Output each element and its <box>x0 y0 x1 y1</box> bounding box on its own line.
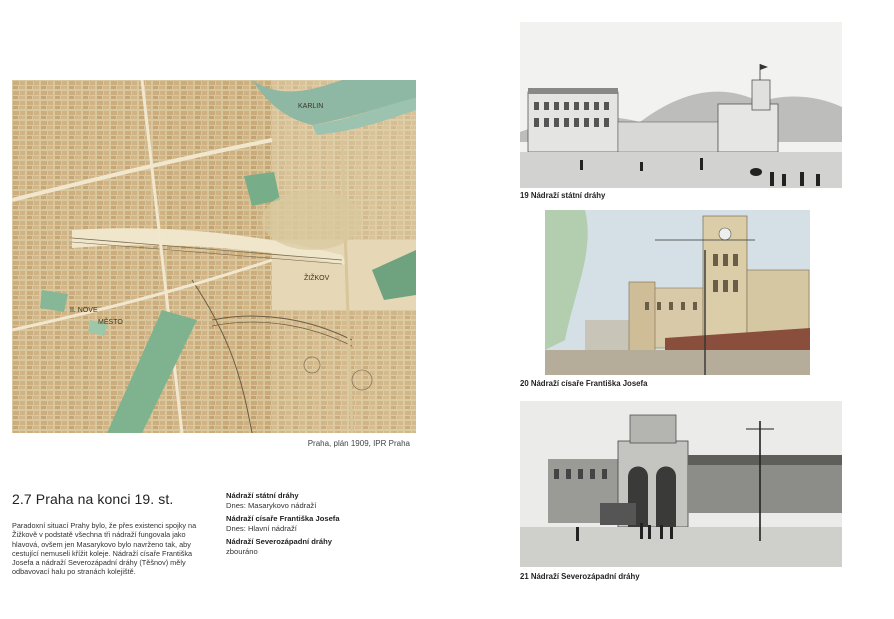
station-item: Nádraží císaře Františka Josefa Dnes: Hl… <box>226 514 396 533</box>
map-label-zizkov: ŽIŽKOV <box>304 273 330 282</box>
map-drawing: KARLIN ŽIŽKOV II. NOVE MĚSTO <box>12 80 416 433</box>
section-body: Paradoxní situací Prahy bylo, že přes ex… <box>12 521 197 577</box>
photo-statni-draha <box>520 22 842 188</box>
photo-caption: 21 Nádraží Severozápadní dráhy <box>520 572 640 581</box>
map-label-karlin: KARLIN <box>298 103 323 110</box>
photo-caption: 20 Nádraží císaře Františka Josefa <box>520 379 648 388</box>
station-status: Dnes: Hlavní nádraží <box>226 523 297 533</box>
station-status: zbouráno <box>226 546 258 556</box>
photo-frantisek-josef <box>545 210 810 375</box>
postcard-drawing <box>545 210 810 375</box>
station-item: Nádraží Severozápadní dráhy zbouráno <box>226 537 396 556</box>
station-name: Nádraží státní dráhy <box>226 491 299 500</box>
station-item: Nádraží státní dráhy Dnes: Masarykovo ná… <box>226 491 396 510</box>
map-label-mesto: MĚSTO <box>98 317 123 326</box>
station-name: Nádraží Severozápadní dráhy <box>226 537 332 546</box>
station-status: Dnes: Masarykovo nádraží <box>226 500 317 510</box>
station-name: Nádraží císaře Františka Josefa <box>226 514 340 523</box>
section-title: 2.7 Praha na konci 19. st. <box>12 491 174 507</box>
photo-severozapadni-draha <box>520 401 842 567</box>
map-caption: Praha, plán 1909, IPR Praha <box>307 439 410 448</box>
photo-caption: 19 Nádraží státní dráhy <box>520 191 606 200</box>
historic-map: KARLIN ŽIŽKOV II. NOVE MĚSTO <box>12 80 416 433</box>
map-label-nove: II. NOVE <box>70 307 98 314</box>
engraving-drawing <box>520 22 842 188</box>
station-list: Nádraží státní dráhy Dnes: Masarykovo ná… <box>226 491 396 560</box>
photograph-drawing <box>520 401 842 567</box>
